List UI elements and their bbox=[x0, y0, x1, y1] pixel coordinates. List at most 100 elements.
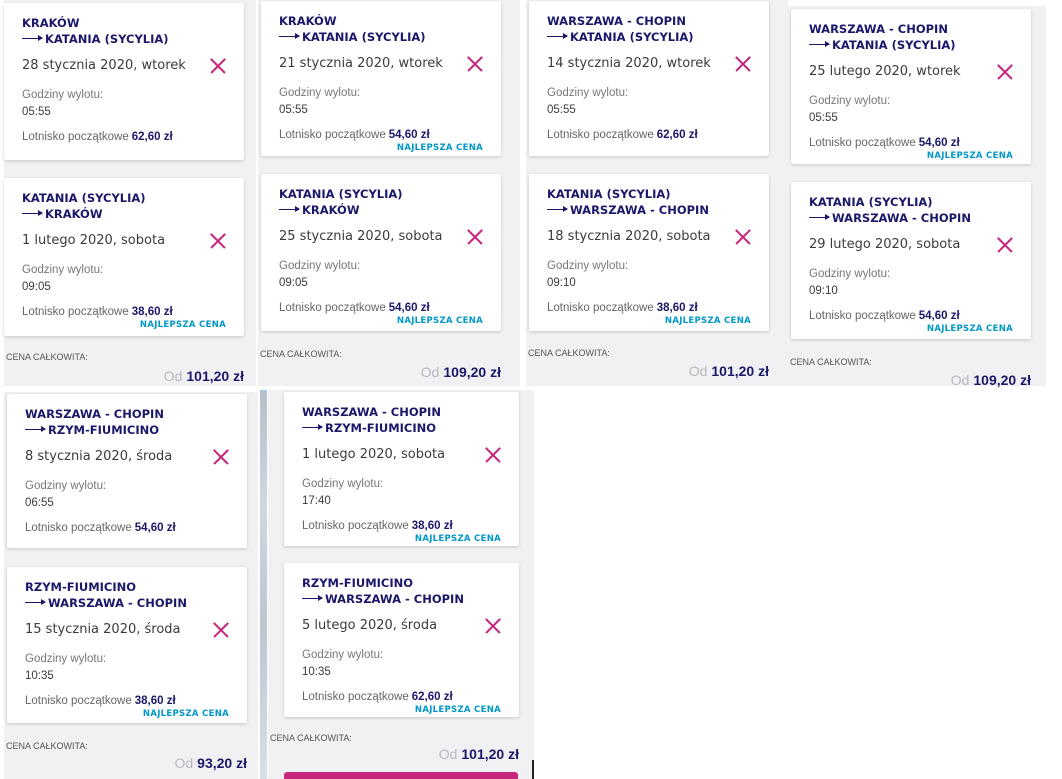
flight-card: RZYM-FIUMICINO WARSZAWA - CHOPIN 15 styczn… bbox=[7, 567, 247, 723]
route-destination: WARSZAWA - CHOPIN bbox=[570, 203, 709, 217]
arrow-right-icon bbox=[22, 35, 43, 41]
arrow-right-icon bbox=[547, 33, 568, 39]
arrow-right-icon bbox=[547, 206, 568, 212]
flight-date: 15 stycznia 2020, środa bbox=[25, 622, 181, 637]
flight-card: KATANIA (SYCYLIA) KRAKÓW 25 stycznia 2020,… bbox=[261, 174, 501, 331]
total-price-label: CENA CAŁKOWITA: bbox=[6, 741, 88, 751]
arrow-right-icon bbox=[302, 595, 323, 601]
flight-results-collage: KRAKÓW KATANIA (SYCYLIA) 28 stycznia 2020,… bbox=[0, 0, 1062, 779]
start-airport-price: Lotnisko początkowe 54,60 zł bbox=[279, 129, 430, 141]
route: KRAKÓW KATANIA (SYCYLIA) bbox=[22, 15, 169, 47]
departure-time: 06:55 bbox=[25, 497, 54, 509]
route-destination-line: KRAKÓW bbox=[22, 206, 146, 222]
departure-hours-label: Godziny wylotu: bbox=[547, 87, 629, 99]
flight-card: WARSZAWA - CHOPIN RZYM-FIUMICINO 8 styczni… bbox=[7, 394, 247, 548]
route: WARSZAWA - CHOPIN KATANIA (SYCYLIA) bbox=[809, 21, 956, 53]
background-image-strip bbox=[260, 390, 267, 779]
total-price: Od 109,20 zł bbox=[421, 364, 501, 380]
start-airport-price: Lotnisko początkowe 54,60 zł bbox=[809, 137, 960, 149]
route: RZYM-FIUMICINO WARSZAWA - CHOPIN bbox=[302, 575, 464, 607]
route-origin: KATANIA (SYCYLIA) bbox=[279, 187, 403, 201]
total-from-label: Od bbox=[163, 368, 183, 384]
arrow-right-icon bbox=[22, 210, 43, 216]
close-icon[interactable] bbox=[735, 56, 751, 72]
close-icon[interactable] bbox=[485, 447, 501, 463]
total-price: Od 101,20 zł bbox=[689, 363, 769, 379]
flight-date: 8 stycznia 2020, środa bbox=[25, 449, 173, 464]
start-airport-label: Lotnisko początkowe bbox=[25, 522, 132, 534]
close-icon[interactable] bbox=[485, 618, 501, 634]
departure-hours-label: Godziny wylotu: bbox=[279, 260, 361, 272]
total-price-label: CENA CAŁKOWITA: bbox=[260, 349, 342, 359]
total-price: Od 101,20 zł bbox=[439, 746, 519, 762]
price-value: 54,60 zł bbox=[388, 302, 430, 314]
route: KATANIA (SYCYLIA) KRAKÓW bbox=[22, 190, 146, 222]
total-price-value: 101,20 zł bbox=[186, 368, 244, 384]
route-origin: KRAKÓW bbox=[22, 16, 80, 30]
flight-card: WARSZAWA - CHOPIN RZYM-FIUMICINO 1 lutego … bbox=[284, 392, 519, 546]
route-destination-line: RZYM-FIUMICINO bbox=[25, 422, 164, 438]
route-origin: RZYM-FIUMICINO bbox=[302, 576, 414, 590]
close-icon[interactable] bbox=[997, 64, 1013, 80]
select-button[interactable] bbox=[284, 772, 518, 779]
start-airport-label: Lotnisko początkowe bbox=[302, 691, 409, 703]
route: WARSZAWA - CHOPIN RZYM-FIUMICINO bbox=[25, 406, 164, 438]
close-icon[interactable] bbox=[997, 237, 1013, 253]
departure-time: 17:40 bbox=[302, 495, 331, 507]
close-icon[interactable] bbox=[467, 56, 483, 72]
flight-date: 28 stycznia 2020, wtorek bbox=[22, 58, 186, 73]
total-price-value: 101,20 zł bbox=[461, 746, 519, 762]
flight-date: 1 lutego 2020, sobota bbox=[302, 447, 446, 462]
price-value: 38,60 zł bbox=[131, 306, 173, 318]
route-destination: KRAKÓW bbox=[302, 203, 360, 217]
route-origin: WARSZAWA - CHOPIN bbox=[302, 405, 441, 419]
flight-card: KRAKÓW KATANIA (SYCYLIA) 28 stycznia 2020,… bbox=[4, 3, 244, 160]
close-icon[interactable] bbox=[467, 229, 483, 245]
total-price: Od 101,20 zł bbox=[164, 368, 244, 384]
total-from-label: Od bbox=[420, 364, 440, 380]
route: KATANIA (SYCYLIA) KRAKÓW bbox=[279, 186, 403, 218]
total-price-label: CENA CAŁKOWITA: bbox=[790, 357, 872, 367]
total-from-label: Od bbox=[950, 372, 970, 388]
departure-hours-label: Godziny wylotu: bbox=[547, 260, 629, 272]
route-destination: WARSZAWA - CHOPIN bbox=[832, 211, 971, 225]
arrow-right-icon bbox=[25, 426, 46, 432]
departure-time: 09:10 bbox=[547, 277, 576, 289]
price-value: 54,60 zł bbox=[918, 310, 960, 322]
route-destination-line: KRAKÓW bbox=[279, 202, 403, 218]
route-destination: KATANIA (SYCYLIA) bbox=[302, 30, 426, 44]
best-price-badge: NAJLEPSZA CENA bbox=[396, 143, 483, 153]
close-icon[interactable] bbox=[210, 233, 226, 249]
total-price-value: 109,20 zł bbox=[973, 372, 1031, 388]
total-price-value: 109,20 zł bbox=[443, 364, 501, 380]
flight-card: KRAKÓW KATANIA (SYCYLIA) 21 stycznia 2020,… bbox=[261, 1, 501, 156]
close-icon[interactable] bbox=[735, 229, 751, 245]
close-icon[interactable] bbox=[213, 622, 229, 638]
start-airport-price: Lotnisko początkowe 38,60 zł bbox=[25, 695, 176, 707]
best-price-badge: NAJLEPSZA CENA bbox=[142, 709, 229, 719]
route-destination-line: WARSZAWA - CHOPIN bbox=[809, 210, 971, 226]
route-destination-line: WARSZAWA - CHOPIN bbox=[302, 591, 464, 607]
price-value: 38,60 zł bbox=[134, 695, 176, 707]
route-destination: KRAKÓW bbox=[45, 207, 103, 221]
close-icon[interactable] bbox=[210, 58, 226, 74]
flight-date: 25 stycznia 2020, sobota bbox=[279, 229, 443, 244]
flight-card: KATANIA (SYCYLIA) WARSZAWA - CHOPIN 18 sty… bbox=[529, 174, 769, 331]
route-destination-line: WARSZAWA - CHOPIN bbox=[547, 202, 709, 218]
flight-card: RZYM-FIUMICINO WARSZAWA - CHOPIN 5 lutego … bbox=[284, 563, 519, 717]
flight-date: 25 lutego 2020, wtorek bbox=[809, 64, 961, 79]
total-price-label: CENA CAŁKOWITA: bbox=[6, 352, 88, 362]
total-from-label: Od bbox=[688, 363, 708, 379]
departure-hours-label: Godziny wylotu: bbox=[302, 478, 384, 490]
route-destination: WARSZAWA - CHOPIN bbox=[325, 592, 464, 606]
total-from-label: Od bbox=[438, 746, 458, 762]
departure-time: 05:55 bbox=[22, 106, 51, 118]
route-origin: KATANIA (SYCYLIA) bbox=[22, 191, 146, 205]
flight-date: 21 stycznia 2020, wtorek bbox=[279, 56, 443, 71]
departure-time: 09:05 bbox=[22, 281, 51, 293]
close-icon[interactable] bbox=[213, 449, 229, 465]
start-airport-label: Lotnisko początkowe bbox=[25, 695, 132, 707]
start-airport-label: Lotnisko początkowe bbox=[279, 129, 386, 141]
start-airport-price: Lotnisko początkowe 38,60 zł bbox=[547, 302, 698, 314]
price-value: 62,60 zł bbox=[131, 131, 173, 143]
